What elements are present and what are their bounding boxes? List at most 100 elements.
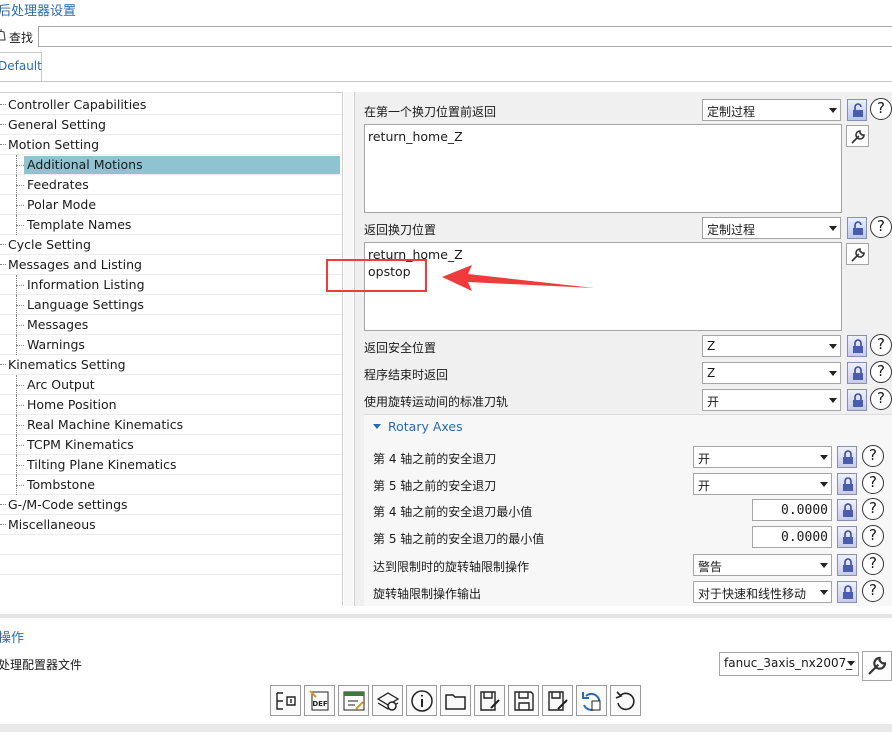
save-as-icon [480, 691, 500, 711]
tree-item-label: Warnings [27, 337, 85, 352]
tree-item-label: Arc Output [27, 377, 95, 392]
lock-button[interactable] [837, 499, 857, 521]
edit-file-icon [548, 691, 568, 711]
program-end-return-select[interactable]: Z [702, 362, 841, 384]
save-as-button[interactable] [474, 685, 505, 716]
select-value: 开 [698, 479, 711, 493]
textarea-line: return_home_Z [368, 129, 463, 144]
tree-item-label: TCPM Kinematics [27, 437, 134, 452]
lock-button[interactable] [837, 526, 857, 548]
lock-button[interactable] [847, 362, 867, 384]
tree-item-cycle-setting[interactable]: Cycle Setting [0, 235, 342, 255]
help-button[interactable]: ? [870, 388, 892, 410]
first-toolchange-return-textarea[interactable]: return_home_Z [364, 124, 842, 213]
edit-procedure-button[interactable] [846, 243, 869, 265]
help-button[interactable]: ? [870, 216, 892, 238]
return-toolchange-select[interactable]: 定制过程 [702, 217, 841, 239]
tree-empty-row [0, 535, 342, 555]
axis5-min-input[interactable]: 0.0000 [752, 526, 832, 548]
tree-item-miscellaneous[interactable]: Miscellaneous [0, 515, 342, 535]
axis4-min-input[interactable]: 0.0000 [752, 499, 832, 521]
tree-item-arc-output[interactable]: Arc Output [0, 375, 342, 395]
select-value: Z [707, 339, 716, 353]
tree-item-label: Messages [27, 317, 89, 332]
annotation-arrow-icon [442, 265, 594, 291]
input-value: 0.0000 [781, 530, 828, 545]
edit-settings-button[interactable] [338, 685, 369, 716]
axis5-retract-select[interactable]: 开 [693, 473, 832, 495]
lock-button[interactable] [837, 446, 857, 468]
return-safe-select[interactable]: Z [702, 335, 841, 357]
tree-item-additional-motions[interactable]: Additional Motions [0, 155, 342, 175]
lock-button[interactable] [837, 581, 857, 603]
lock-button[interactable] [847, 335, 867, 357]
export-button[interactable] [270, 685, 301, 716]
edit-procedure-button[interactable] [846, 125, 869, 147]
help-button[interactable]: ? [862, 498, 884, 520]
tree-item-language-settings[interactable]: Language Settings [0, 295, 342, 315]
tree-item-messages[interactable]: Messages [0, 315, 342, 335]
find-input[interactable] [38, 26, 892, 47]
limit-action-select[interactable]: 警告 [693, 554, 832, 576]
axis4-retract-select[interactable]: 开 [693, 446, 832, 468]
axis5-min-label: 第 5 轴之前的安全退刀的最小值 [373, 532, 545, 546]
save-button[interactable] [508, 685, 539, 716]
tree-item-messages-and-listing[interactable]: Messages and Listing [0, 255, 342, 275]
definition-file-button[interactable]: DEF [304, 685, 335, 716]
edit-file-button[interactable] [542, 685, 573, 716]
lock-button[interactable] [837, 554, 857, 576]
rotary-axes-title[interactable]: Rotary Axes [388, 419, 463, 434]
limit-output-select[interactable]: 对于快速和线性移动 [693, 581, 832, 603]
return-toolchange-textarea[interactable]: return_home_Z opstop [364, 242, 842, 331]
refresh-button[interactable] [576, 685, 607, 716]
open-folder-button[interactable] [440, 685, 471, 716]
select-value: Z [707, 366, 716, 380]
config-file-select[interactable]: fanuc_3axis_nx2007_ [719, 652, 859, 676]
unlock-button[interactable] [847, 99, 867, 121]
tree-item-general-setting[interactable]: General Setting [0, 115, 342, 135]
panel-splitter[interactable] [344, 92, 353, 606]
tree-item-feedrates[interactable]: Feedrates [0, 175, 342, 195]
tree-item-real-machine-kinematics[interactable]: Real Machine Kinematics [0, 415, 342, 435]
tree-item-home-position[interactable]: Home Position [0, 395, 342, 415]
help-button[interactable]: ? [870, 334, 892, 356]
wrench-icon [868, 656, 887, 675]
lock-button[interactable] [837, 473, 857, 495]
help-button[interactable]: ? [862, 525, 884, 547]
tree-item-tcpm-kinematics[interactable]: TCPM Kinematics [0, 435, 342, 455]
chevron-down-icon [820, 590, 828, 595]
tree-item-warnings[interactable]: Warnings [0, 335, 342, 355]
info-button[interactable] [406, 685, 437, 716]
help-button[interactable]: ? [862, 445, 884, 467]
operations-title: 操作 [0, 631, 25, 646]
help-button[interactable]: ? [862, 472, 884, 494]
config-wrench-button[interactable] [862, 651, 892, 681]
help-button[interactable]: ? [870, 361, 892, 383]
settings-tree: Controller Capabilities General Setting … [0, 92, 343, 606]
help-button[interactable]: ? [862, 580, 884, 602]
tree-item-tilting-plane-kinematics[interactable]: Tilting Plane Kinematics [0, 455, 342, 475]
edit-settings-icon [343, 691, 365, 711]
chevron-down-icon [820, 455, 828, 460]
help-button[interactable]: ? [862, 553, 884, 575]
collapse-arrow-icon[interactable] [373, 424, 381, 429]
tree-item-tombstone[interactable]: Tombstone [0, 475, 342, 495]
lock-button[interactable] [847, 389, 867, 411]
undo-button[interactable] [610, 685, 641, 716]
gears-settings-button[interactable] [372, 685, 403, 716]
tab-default-label: Default [0, 59, 42, 73]
select-value: 定制过程 [707, 105, 756, 119]
lock-icon [843, 585, 853, 599]
tree-item-information-listing[interactable]: Information Listing [0, 275, 342, 295]
help-button[interactable]: ? [870, 98, 892, 120]
rotary-standard-path-select[interactable]: 开 [702, 389, 841, 411]
tree-item-polar-mode[interactable]: Polar Mode [0, 195, 342, 215]
tree-item-controller-capabilities[interactable]: Controller Capabilities [0, 95, 342, 115]
tree-item-motion-setting[interactable]: Motion Setting [0, 135, 342, 155]
tree-item-kinematics-setting[interactable]: Kinematics Setting [0, 355, 342, 375]
unlock-button[interactable] [847, 217, 867, 239]
tree-item-gm-code-settings[interactable]: G-/M-Code settings [0, 495, 342, 515]
tree-item-template-names[interactable]: Template Names [0, 215, 342, 235]
return-safe-label: 返回安全位置 [364, 341, 437, 355]
first-toolchange-return-select[interactable]: 定制过程 [702, 99, 841, 121]
